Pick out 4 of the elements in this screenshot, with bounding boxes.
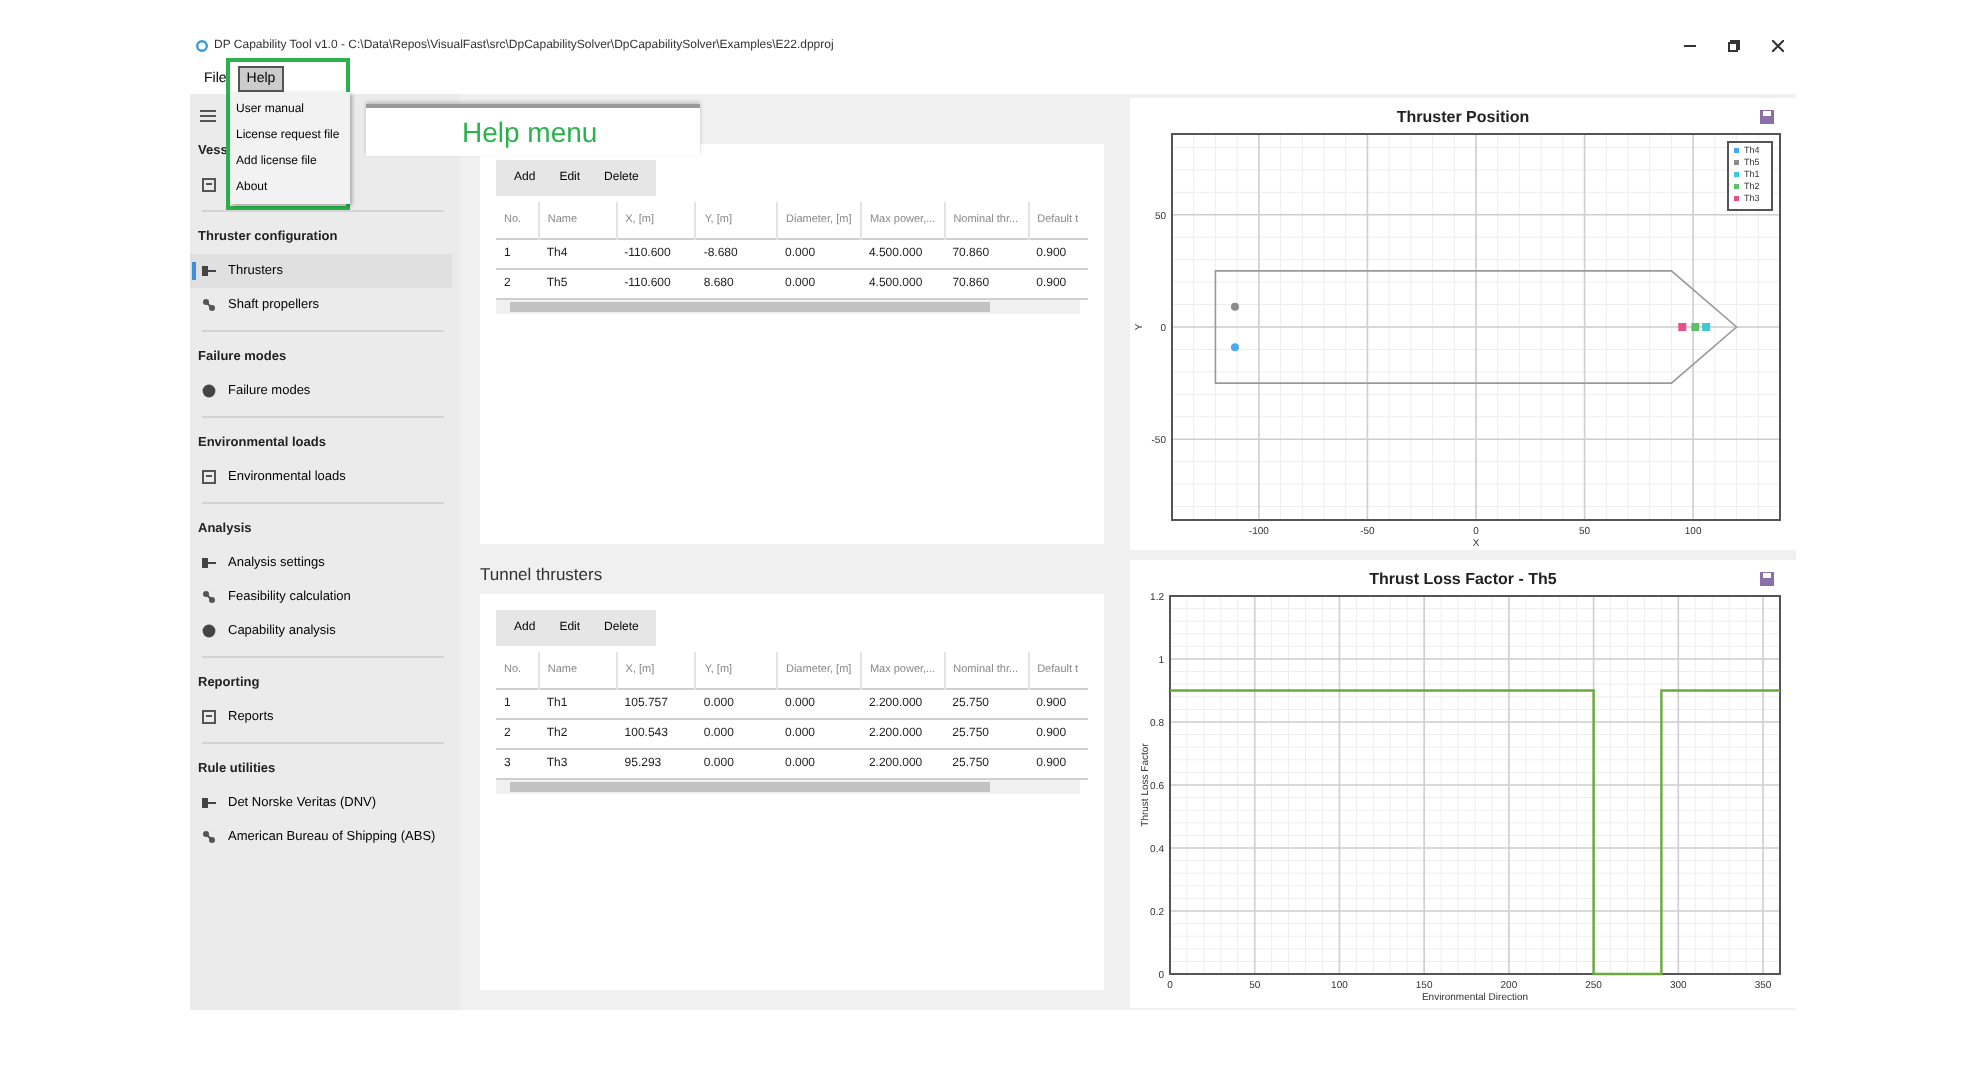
callout-label: Help menu [462,116,598,148]
section-title: Tunnel thrusters [480,562,605,588]
chart-title: Thrust Loss Factor - Th5 [1369,570,1557,588]
chart-title: Thruster Position [1396,108,1530,126]
